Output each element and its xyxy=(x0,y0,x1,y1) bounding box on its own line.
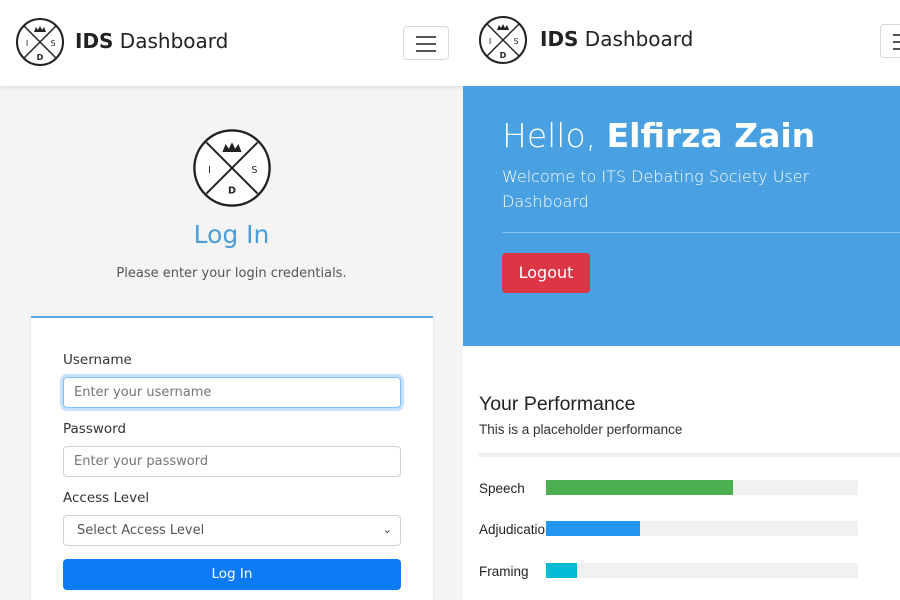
login-window: I S D IDS Dashboard I S D Log In Please … xyxy=(0,0,463,600)
hamburger-line xyxy=(416,43,436,45)
hamburger-menu-button[interactable] xyxy=(880,24,900,58)
progress-track-framing xyxy=(546,563,858,578)
svg-text:I: I xyxy=(489,37,491,46)
progress-track-adjudication xyxy=(546,521,858,536)
skill-label-framing: Framing xyxy=(479,564,529,579)
brand-bold: IDS xyxy=(540,27,579,51)
progress-track-speech xyxy=(546,480,858,495)
login-form-card: Username Password Access Level Select Ac… xyxy=(31,316,433,600)
svg-text:S: S xyxy=(513,37,518,46)
welcome-hero: Hello, Elfirza Zain Welcome to ITS Debat… xyxy=(463,86,900,346)
brand-title[interactable]: IDS Dashboard xyxy=(540,27,693,51)
welcome-text: Welcome to ITS Debating Society User Das… xyxy=(502,167,810,211)
hamburger-line xyxy=(893,41,900,43)
access-level-value: Select Access Level xyxy=(77,523,205,538)
chevron-down-icon: ⌄ xyxy=(382,523,392,536)
login-title: Log In xyxy=(193,220,270,249)
hamburger-menu-icon xyxy=(893,34,900,36)
progress-fill-speech xyxy=(546,480,734,495)
performance-subtitle: This is a placeholder performance xyxy=(479,422,683,437)
hamburger-menu-icon xyxy=(416,36,436,38)
hero-divider xyxy=(502,232,900,233)
dashboard-window: I S D IDS Dashboard Hello, Elfirza Zain … xyxy=(463,0,900,600)
access-level-select[interactable]: Select Access Level ⌄ xyxy=(63,515,401,546)
skill-label-adjudication: Adjudication xyxy=(479,522,549,537)
performance-title: Your Performance xyxy=(479,393,636,415)
ids-logo-icon[interactable]: I S D xyxy=(478,15,528,65)
progress-fill-framing xyxy=(546,563,578,578)
brand-rest: Dashboard xyxy=(578,27,694,51)
svg-text:I: I xyxy=(208,165,211,176)
hamburger-line xyxy=(893,48,900,50)
brand-rest: Dashboard xyxy=(113,29,229,53)
svg-text:D: D xyxy=(228,186,236,197)
ids-logo-icon: I S D xyxy=(193,129,271,207)
app-root: I S D IDS Dashboard I S D Log In Please … xyxy=(0,0,900,600)
hamburger-line xyxy=(416,50,436,52)
brand-title[interactable]: IDS Dashboard xyxy=(75,29,228,53)
password-label: Password xyxy=(63,421,127,437)
navbar: I S D IDS Dashboard xyxy=(463,0,900,86)
hamburger-menu-button[interactable] xyxy=(403,26,449,60)
greeting-heading: Hello, Elfirza Zain xyxy=(502,116,815,155)
greeting-text: Hello, xyxy=(502,116,607,155)
svg-text:I: I xyxy=(26,39,28,48)
performance-divider xyxy=(479,453,900,457)
svg-text:D: D xyxy=(37,53,44,62)
svg-text:S: S xyxy=(50,39,55,48)
brand-bold: IDS xyxy=(75,29,114,53)
login-button[interactable]: Log In xyxy=(63,559,401,590)
svg-text:D: D xyxy=(500,51,507,60)
ids-logo-icon[interactable]: I S D xyxy=(15,17,65,67)
skill-label-speech: Speech xyxy=(479,481,525,496)
username-label: Username xyxy=(63,352,132,368)
password-input[interactable] xyxy=(63,446,401,477)
logout-button[interactable]: Logout xyxy=(502,253,590,293)
svg-text:S: S xyxy=(251,165,257,176)
progress-fill-adjudication xyxy=(546,521,640,536)
user-name: Elfirza Zain xyxy=(606,116,816,155)
navbar: I S D IDS Dashboard xyxy=(0,0,463,86)
access-level-label: Access Level xyxy=(63,490,150,506)
username-input[interactable] xyxy=(63,377,401,408)
login-subtitle: Please enter your login credentials. xyxy=(116,266,347,281)
